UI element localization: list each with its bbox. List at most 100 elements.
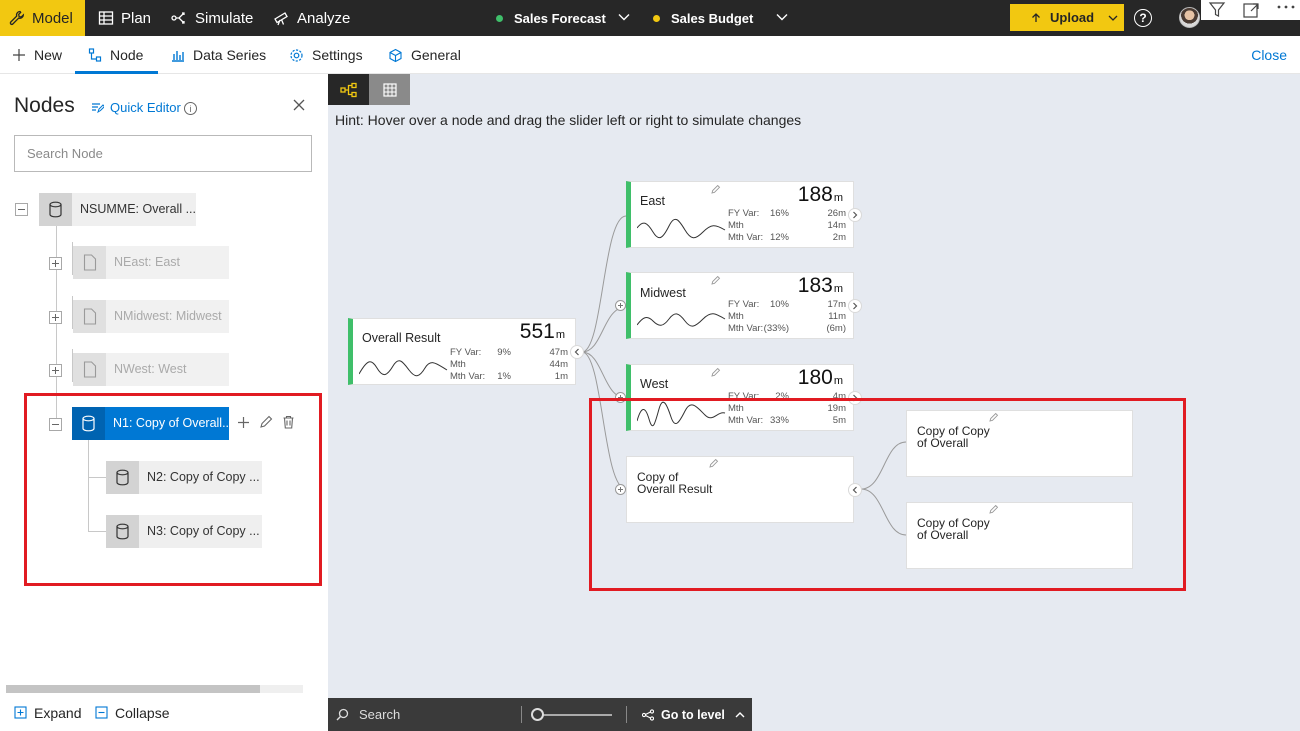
stat-value: 2m (832, 232, 846, 243)
scenario-sales-budget[interactable]: Sales Budget (653, 0, 753, 36)
add-child-icon[interactable] (237, 416, 250, 429)
scenario-sales-budget-label: Sales Budget (671, 10, 754, 26)
edit-pencil-icon[interactable] (259, 415, 273, 429)
stat-pct: 16% (769, 208, 789, 219)
tree-node-n3[interactable]: N3: Copy of Copy ... (106, 515, 262, 548)
table-icon (98, 11, 114, 25)
gear-icon (290, 48, 303, 62)
tab-general[interactable]: General (388, 36, 461, 74)
tab-model[interactable]: Model (0, 0, 85, 36)
add-node-button[interactable] (615, 484, 626, 495)
chevron-right-icon (853, 394, 858, 402)
help-icon[interactable]: ? (1134, 9, 1152, 27)
more-options-icon[interactable] (1276, 4, 1296, 10)
avatar[interactable] (1179, 7, 1200, 28)
node-card-copy-of-overall-result[interactable]: Copy of Overall Result (626, 456, 862, 523)
visual-header-icons (1201, 0, 1300, 20)
node-card-copy-of-copy-1[interactable]: Copy of Copy of Overall (906, 410, 1133, 477)
expand-children-button[interactable] (848, 299, 862, 313)
go-to-level-button[interactable]: Go to level (642, 698, 746, 731)
tab-analyze[interactable]: Analyze (273, 0, 350, 36)
tab-simulate[interactable]: Simulate (171, 0, 253, 36)
close-link[interactable]: Close (1251, 36, 1287, 74)
zoom-slider-thumb[interactable] (531, 708, 544, 721)
expand-toggle[interactable] (49, 311, 62, 324)
scenario-sales-forecast[interactable]: Sales Forecast (496, 0, 606, 36)
stat-row: Mth 44m (450, 359, 568, 371)
canvas-search-input[interactable]: Search (336, 698, 400, 731)
tab-data-series[interactable]: Data Series (171, 36, 266, 74)
stat-pct: 9% (497, 347, 511, 358)
collapse-toggle[interactable] (15, 203, 28, 216)
upload-button[interactable]: Upload (1010, 4, 1124, 31)
stat-value: 26m (827, 208, 846, 219)
focus-mode-icon[interactable] (1242, 1, 1260, 19)
card-value-number: 180 (797, 366, 833, 389)
expand-label: Expand (34, 704, 82, 721)
collapse-children-button[interactable] (848, 483, 862, 497)
new-label: New (34, 47, 63, 63)
stat-row: FY Var: 2% 4m (728, 391, 846, 403)
collapse-children-button[interactable] (570, 345, 584, 359)
expand-children-button[interactable] (848, 208, 862, 222)
node-card-east[interactable]: East 188m FY Var: 16% 26m Mth 14m Mth Va… (626, 181, 862, 248)
stat-value: 17m (827, 299, 846, 310)
stat-row: Mth Var: 33% 5m (728, 415, 846, 427)
filter-icon[interactable] (1208, 1, 1226, 19)
node-card-midwest[interactable]: Midwest 183m FY Var: 10% 17m Mth 11m Mth… (626, 272, 862, 339)
collapse-all-button[interactable]: Collapse (95, 694, 169, 731)
tab-plan[interactable]: Plan (98, 0, 151, 36)
node-card-overall-result[interactable]: Overall Result 551m FY Var: 9% 47m Mth 4… (348, 318, 584, 385)
scenario-dot-green (496, 14, 503, 22)
edit-pencil-icon[interactable] (711, 275, 721, 285)
node-card-copy-of-copy-2[interactable]: Copy of Copy of Overall (906, 502, 1133, 569)
edit-pencil-icon[interactable] (709, 458, 719, 468)
horizontal-scrollbar-thumb[interactable] (6, 685, 260, 693)
sparkline (637, 401, 726, 427)
tab-model-label: Model (32, 9, 73, 27)
edit-pencil-icon[interactable] (989, 412, 999, 422)
node-card-west[interactable]: West 180m FY Var: 2% 4m Mth 19m Mth Var:… (626, 364, 862, 431)
edit-pencil-icon[interactable] (989, 504, 999, 514)
tab-settings[interactable]: Settings (289, 36, 363, 74)
collapse-toggle[interactable] (49, 418, 62, 431)
info-icon[interactable]: i (184, 102, 197, 115)
expand-toggle[interactable] (49, 364, 62, 377)
stat-value: 44m (549, 359, 568, 370)
search-node-input[interactable]: Search Node (14, 135, 312, 172)
levels-icon (642, 708, 654, 721)
general-label: General (411, 47, 461, 63)
settings-label: Settings (312, 47, 363, 63)
upload-arrow-icon (1032, 12, 1040, 22)
new-button[interactable]: New (12, 36, 62, 74)
close-icon[interactable] (292, 98, 306, 112)
expand-children-button[interactable] (848, 391, 862, 405)
add-node-button[interactable] (615, 300, 626, 311)
edit-pencil-icon[interactable] (711, 367, 721, 377)
zoom-slider-track[interactable] (532, 714, 612, 716)
tree-node-nmidwest[interactable]: NMidwest: Midwest (73, 300, 229, 333)
card-title-line2: of Overall (917, 528, 969, 542)
add-node-button[interactable] (615, 392, 626, 403)
telescope-icon (274, 12, 288, 26)
tree-node-n2[interactable]: N2: Copy of Copy ... (106, 461, 262, 494)
tree-node-n1-selected[interactable]: N1: Copy of Overall... (72, 407, 229, 440)
stat-label: Mth Var: (450, 371, 486, 382)
expand-all-button[interactable]: Expand (14, 694, 81, 731)
card-stats: FY Var: 9% 47m Mth 44m Mth Var: 1% 1m (450, 347, 568, 383)
model-canvas[interactable]: Hint: Hover over a node and drag the sli… (328, 74, 1300, 731)
stat-pct: 1% (497, 371, 511, 382)
scenario-sales-forecast-label: Sales Forecast (514, 10, 606, 26)
collapse-icon (95, 706, 108, 719)
chevron-down-icon[interactable] (775, 10, 789, 24)
quick-editor-link[interactable]: Quick Editor (91, 100, 181, 115)
delete-trash-icon[interactable] (282, 415, 295, 429)
tree-node-neast[interactable]: NEast: East (73, 246, 229, 279)
tree-node-nwest[interactable]: NWest: West (73, 353, 229, 386)
expand-toggle[interactable] (49, 257, 62, 270)
tree-node-nsumme[interactable]: NSUMME: Overall ... (39, 193, 196, 226)
stat-label: FY Var: (728, 208, 760, 219)
edit-pencil-icon[interactable] (711, 184, 721, 194)
tab-node[interactable]: Node (88, 36, 143, 74)
chevron-down-icon[interactable] (617, 10, 631, 24)
